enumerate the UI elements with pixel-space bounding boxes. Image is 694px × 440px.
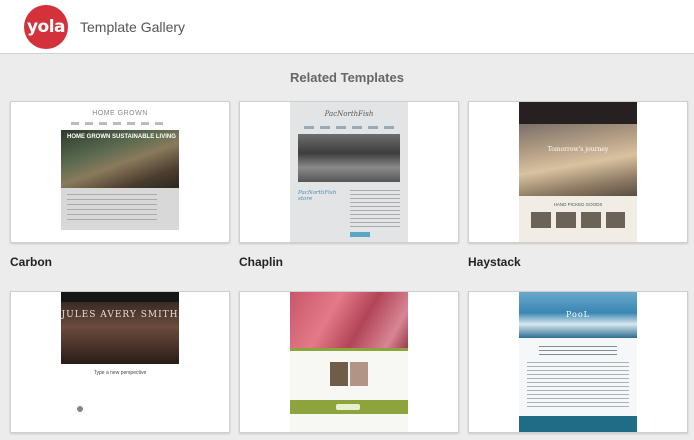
template-name[interactable]: Carbon (10, 255, 52, 269)
preview-hero-image (519, 124, 637, 196)
template-thumbnail[interactable]: Tomorrow's journey HAND PICKED GOODS (468, 101, 688, 243)
top-bar: yola Template Gallery (0, 0, 694, 54)
template-preview: PooL (519, 292, 637, 432)
preview-tagline: Type a new perspective (93, 370, 147, 376)
preview-nav (71, 122, 169, 125)
preview-hero-text: HOME GROWN SUSTAINABLE LIVING (67, 134, 176, 140)
section-title: Related Templates (290, 70, 404, 85)
preview-button (336, 404, 360, 410)
template-preview (290, 292, 408, 432)
preview-icons (75, 404, 165, 414)
preview-text-lines (350, 190, 400, 230)
preview-subtitle: HAND PICKED GOODS (553, 202, 603, 207)
preview-brand: PacNorthFish (324, 110, 374, 118)
preview-header (519, 102, 637, 124)
template-preview: HOME GROWN HOME GROWN SUSTAINABLE LIVING (61, 102, 179, 242)
preview-tagline: Tomorrow's journey (547, 146, 609, 153)
preview-button (350, 232, 370, 237)
template-preview: JULES AVERY SMITH Type a new perspective (61, 292, 179, 432)
preview-hero-image (290, 292, 408, 348)
page-title: Template Gallery (80, 18, 186, 35)
preview-text-lines (527, 362, 629, 408)
preview-footer (519, 416, 637, 432)
preview-accent-bar (290, 348, 408, 351)
template-thumbnail[interactable]: PacNorthFish PacNorthFish store (239, 101, 459, 243)
preview-logo: PooL (565, 310, 590, 319)
preview-intro-text (539, 346, 617, 356)
template-thumbnail[interactable] (239, 291, 459, 433)
yola-logo[interactable]: yola (24, 4, 68, 49)
preview-text-lines (67, 194, 157, 224)
preview-thumbnails (531, 212, 625, 228)
preview-brand: HOME GROWN (92, 110, 148, 117)
template-name[interactable]: Chaplin (239, 255, 283, 269)
preview-photos (330, 362, 368, 386)
preview-hero-image (298, 134, 400, 182)
template-preview: PacNorthFish PacNorthFish store (290, 102, 408, 242)
template-preview: Tomorrow's journey HAND PICKED GOODS (519, 102, 637, 242)
preview-script-text: PacNorthFish store (298, 190, 337, 202)
preview-name-art: JULES AVERY SMITH (61, 310, 179, 320)
template-name[interactable]: Haystack (468, 255, 521, 269)
preview-nav (304, 126, 394, 129)
template-thumbnail[interactable]: HOME GROWN HOME GROWN SUSTAINABLE LIVING (10, 101, 230, 243)
template-thumbnail[interactable]: PooL (468, 291, 688, 433)
template-thumbnail[interactable]: JULES AVERY SMITH Type a new perspective (10, 291, 230, 433)
